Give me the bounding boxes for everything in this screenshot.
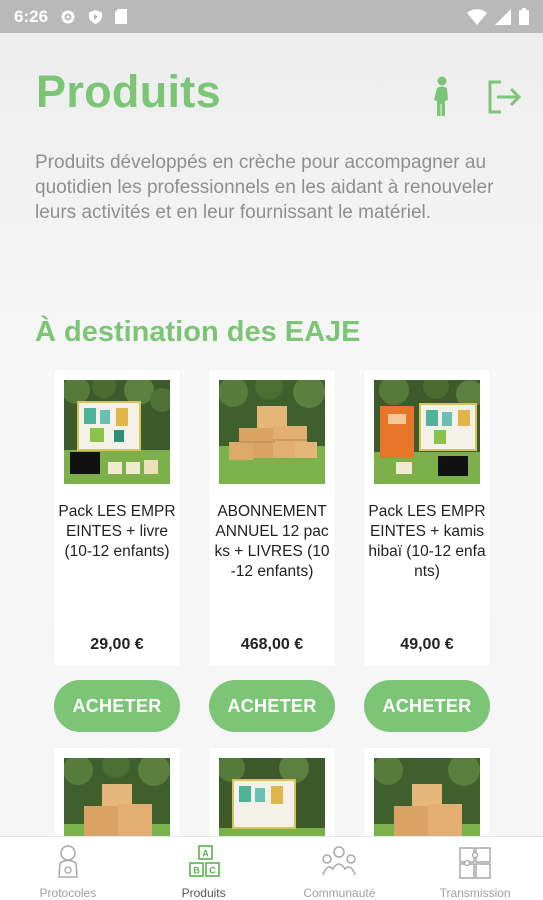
- product-price: 49,00 €: [400, 636, 454, 653]
- product-card[interactable]: Pack LES EMPREINTES + livre (10-12 enfan…: [54, 370, 180, 666]
- walking-child-icon[interactable]: [428, 76, 456, 118]
- buy-button[interactable]: ACHETER: [54, 680, 180, 732]
- nav-label: Protocoles: [39, 886, 97, 900]
- page-title: Produits: [36, 66, 221, 117]
- buy-button[interactable]: ACHETER: [364, 680, 490, 732]
- logout-icon[interactable]: [485, 78, 523, 116]
- svg-text:A: A: [202, 849, 209, 859]
- product-name: Pack LES EMPREINTES + livre (10-12 enfan…: [58, 503, 176, 560]
- shield-icon: [89, 9, 103, 24]
- nav-label: Communauté: [303, 886, 376, 900]
- nav-item-protocoles[interactable]: Protocoles: [0, 837, 136, 900]
- sd-card-icon: [115, 9, 128, 24]
- battery-icon: [519, 8, 529, 25]
- wifi-icon: [467, 8, 487, 25]
- signal-icon: [495, 8, 511, 25]
- product-name: Pack LES EMPREINTES + kamishibaï (10-12 …: [368, 503, 486, 580]
- product-image: [374, 380, 480, 484]
- nav-item-transmission[interactable]: Transmission: [407, 837, 543, 900]
- intro-text: Produits développés en crèche pour accom…: [35, 152, 494, 223]
- nav-item-communaute[interactable]: Communauté: [272, 837, 408, 900]
- svg-text:B: B: [193, 866, 200, 876]
- puzzle-icon: [459, 847, 491, 879]
- baby-icon: [58, 845, 78, 878]
- section-title: À destination des EAJE: [35, 316, 361, 348]
- status-bar: 6:26: [0, 0, 543, 33]
- buy-button[interactable]: ACHETER: [209, 680, 335, 732]
- bottom-nav: Protocoles A B C Produits Communauté Tra…: [0, 836, 543, 900]
- status-time: 6:26: [14, 6, 49, 26]
- abc-blocks-icon: A B C: [188, 845, 220, 877]
- product-image: [219, 380, 325, 484]
- product-card[interactable]: ABONNEMENT ANNUEL 12 packs + LIVRES (10-…: [209, 370, 335, 666]
- product-name: ABONNEMENT ANNUEL 12 packs + LIVRES (10-…: [214, 503, 330, 580]
- nav-label: Transmission: [439, 886, 511, 900]
- product-image: [64, 380, 170, 484]
- product-price: 468,00 €: [240, 636, 304, 653]
- community-icon: [322, 846, 357, 876]
- svg-text:C: C: [209, 866, 216, 876]
- nav-item-produits[interactable]: A B C Produits: [136, 837, 272, 900]
- product-card[interactable]: Pack LES EMPREINTES + kamishibaï (10-12 …: [364, 370, 490, 666]
- product-price: 29,00 €: [90, 636, 144, 653]
- settings-icon: [61, 10, 75, 23]
- nav-label: Produits: [181, 886, 226, 900]
